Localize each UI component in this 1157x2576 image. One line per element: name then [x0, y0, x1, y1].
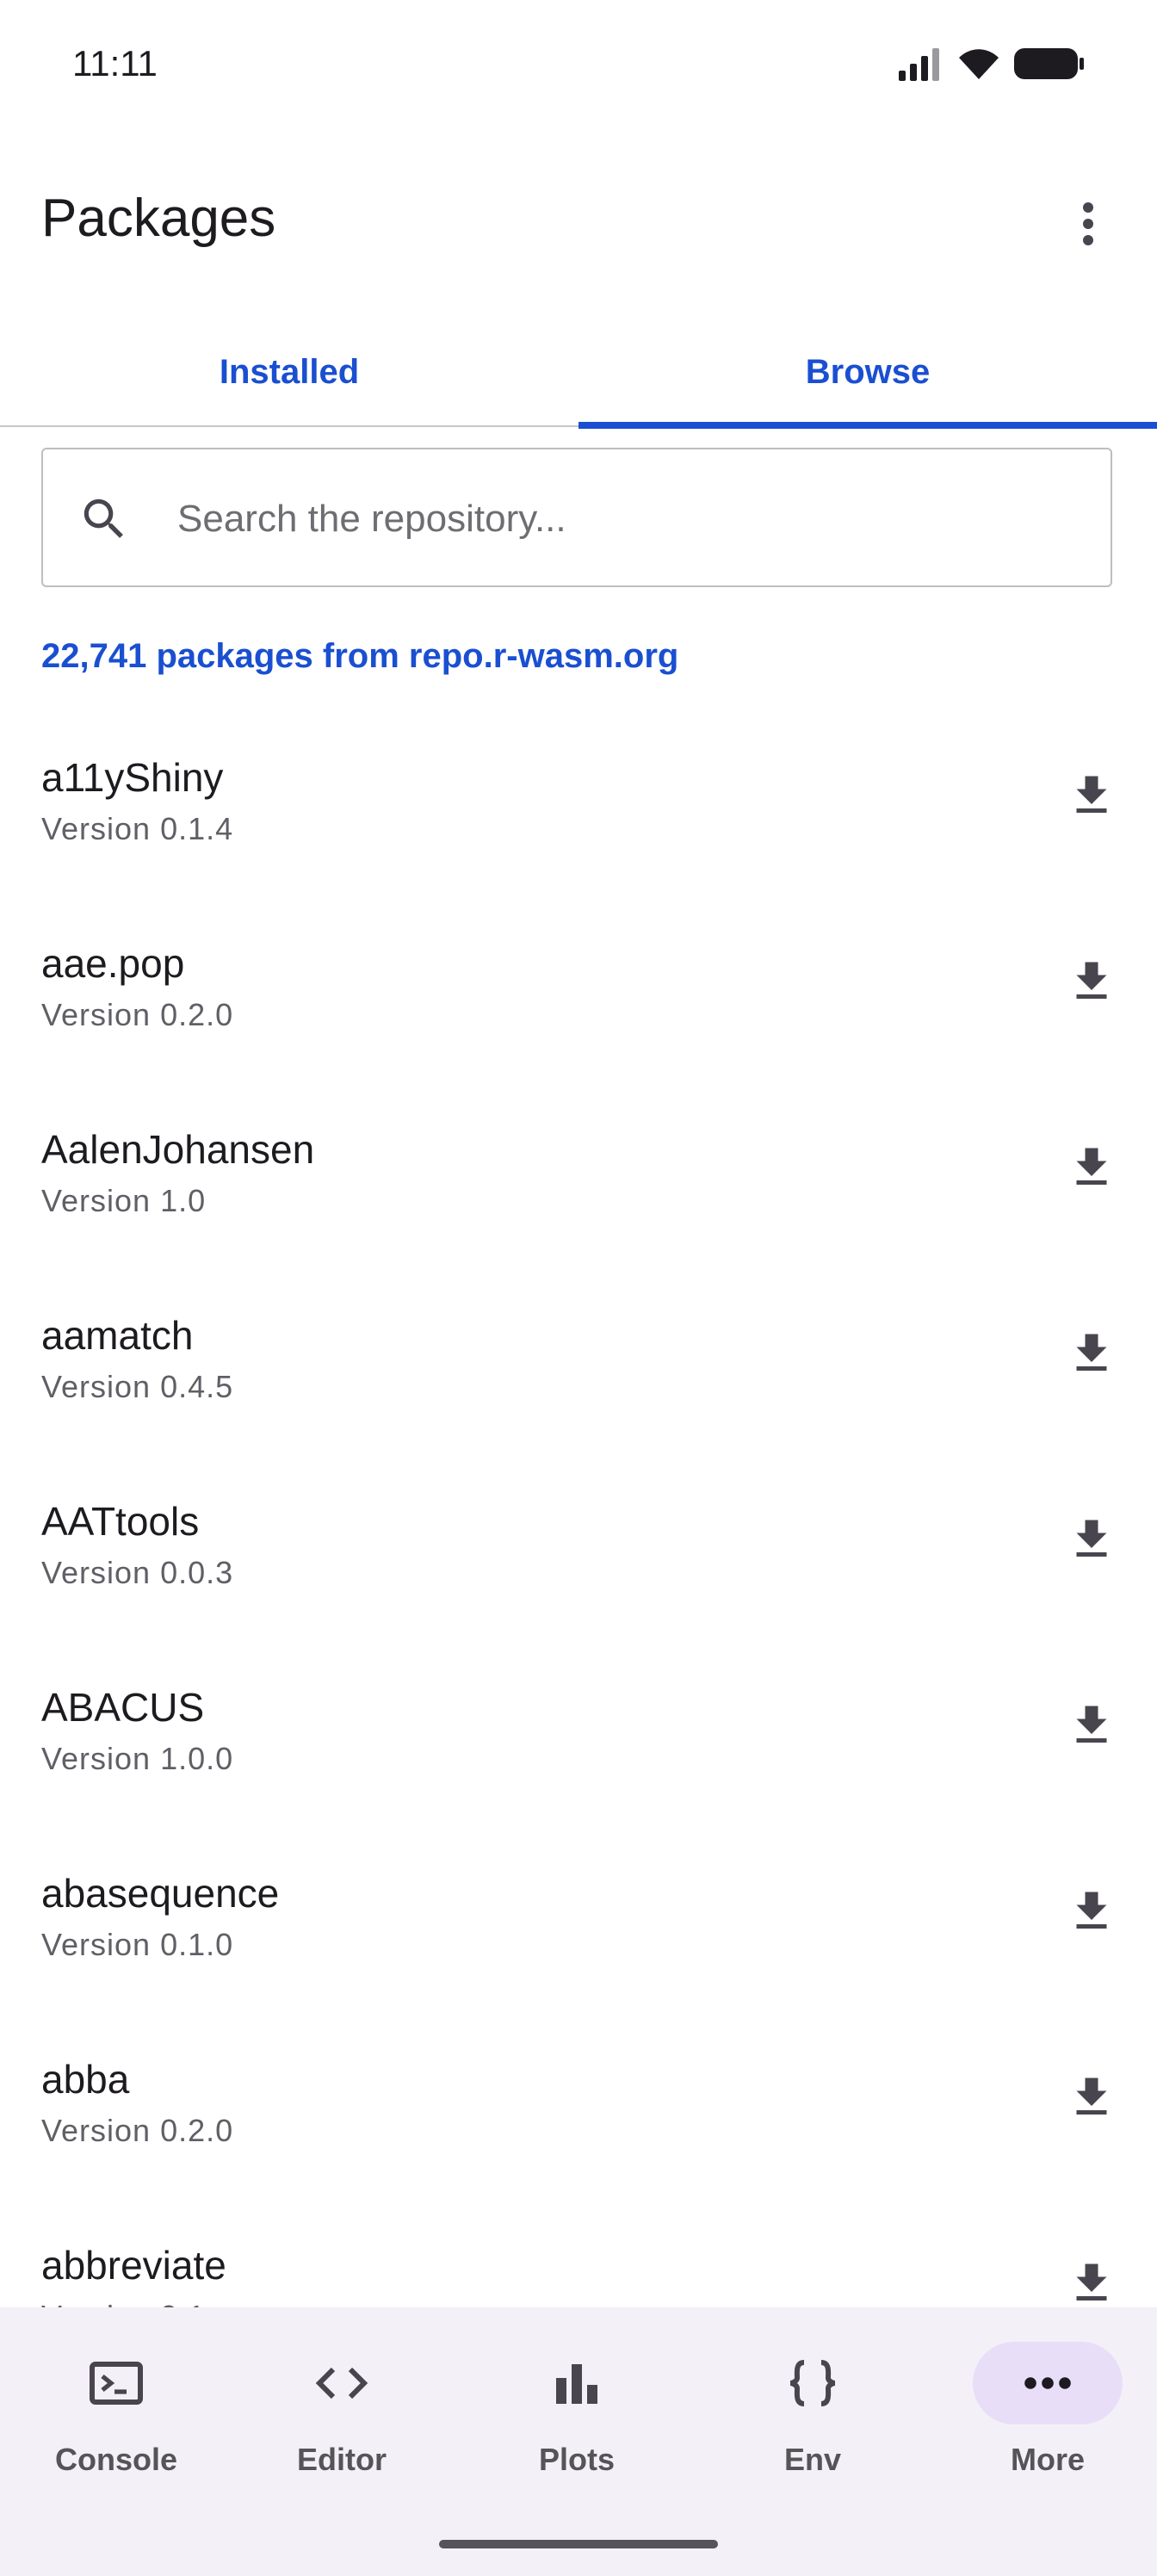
package-item[interactable]: abba Version 0.2.0 — [0, 2016, 1157, 2202]
download-button[interactable] — [1066, 1142, 1117, 1193]
download-icon — [1076, 1706, 1107, 1743]
package-name: ABACUS — [41, 1685, 205, 1730]
repo-info: 22,741 packages from repo.r-wasm.org — [41, 637, 679, 675]
download-button[interactable] — [1066, 1700, 1117, 1751]
braces-icon — [761, 2342, 864, 2424]
nav-console[interactable]: Console — [0, 2342, 232, 2488]
package-version: Version 0.2.0 — [41, 997, 234, 1032]
signal-icon — [899, 48, 939, 81]
package-item[interactable]: AATtools Version 0.0.3 — [0, 1458, 1157, 1644]
nav-label: Plots — [538, 2442, 615, 2477]
battery-icon — [1014, 48, 1084, 79]
code-icon — [290, 2342, 393, 2424]
download-button[interactable] — [1066, 1886, 1117, 1937]
nav-label: More — [1010, 2442, 1085, 2477]
package-item[interactable]: aamatch Version 0.4.5 — [0, 1273, 1157, 1458]
nav-label: Env — [783, 2442, 842, 2477]
nav-editor[interactable]: Editor — [226, 2342, 458, 2488]
search-input[interactable] — [176, 484, 1074, 554]
status-bar: 11:11 — [0, 0, 1157, 129]
package-version: Version 0.0.3 — [41, 1555, 234, 1590]
download-icon — [1076, 962, 1107, 999]
package-version: Version 0.1.4 — [41, 811, 234, 846]
download-icon — [1076, 1520, 1107, 1557]
package-item[interactable]: abasequence Version 0.1.0 — [0, 1830, 1157, 2016]
download-button[interactable] — [1066, 956, 1117, 1007]
download-icon — [1076, 1892, 1107, 1929]
package-version: Version 0.2.0 — [41, 2113, 234, 2148]
download-button[interactable] — [1066, 1328, 1117, 1379]
nav-plots[interactable]: Plots — [461, 2342, 693, 2488]
package-name: abba — [41, 2057, 130, 2102]
terminal-icon — [65, 2342, 168, 2424]
more-vert-icon — [1083, 202, 1093, 245]
package-version: Version 1.0 — [41, 1183, 207, 1218]
wifi-icon — [959, 49, 999, 79]
package-item[interactable]: aae.pop Version 0.2.0 — [0, 901, 1157, 1087]
download-icon — [1076, 1148, 1107, 1185]
overflow-menu-button[interactable] — [1054, 189, 1123, 258]
search-box[interactable] — [41, 448, 1112, 587]
package-item[interactable]: AalenJohansen Version 1.0 — [0, 1087, 1157, 1273]
page-title: Packages — [41, 189, 276, 248]
tab-bar: Installed Browse — [0, 319, 1157, 429]
status-icons — [897, 46, 1085, 81]
nav-label: Editor — [297, 2442, 387, 2477]
download-icon — [1076, 1334, 1107, 1371]
home-indicator[interactable] — [439, 2540, 718, 2548]
package-list: a11yShiny Version 0.1.4 aae.pop Version … — [0, 715, 1157, 2307]
package-name: AATtools — [41, 1499, 200, 1544]
search-icon — [84, 498, 123, 538]
status-time: 11:11 — [72, 43, 158, 84]
app-bar: Packages — [0, 155, 1157, 284]
download-button[interactable] — [1066, 1514, 1117, 1565]
bar-chart-icon — [525, 2342, 628, 2424]
package-version: Version 0.1.0 — [41, 1927, 234, 1962]
nav-label: Console — [54, 2442, 177, 2477]
download-button[interactable] — [1066, 2071, 1117, 2123]
tab-indicator — [578, 422, 1157, 429]
package-item[interactable]: a11yShiny Version 0.1.4 — [0, 715, 1157, 901]
package-name: abasequence — [41, 1871, 280, 1916]
download-icon — [1076, 2078, 1107, 2115]
package-name: abbreviate — [41, 2243, 226, 2288]
tab-installed[interactable]: Installed — [0, 319, 578, 425]
package-version: Version 0.1 — [41, 2299, 206, 2307]
package-name: AalenJohansen — [41, 1127, 315, 1172]
package-name: aamatch — [41, 1313, 194, 1358]
package-version: Version 1.0.0 — [41, 1741, 234, 1776]
nav-more[interactable]: More — [931, 2342, 1157, 2488]
download-button[interactable] — [1066, 770, 1117, 821]
nav-env[interactable]: Env — [696, 2342, 929, 2488]
package-name: a11yShiny — [41, 755, 224, 800]
package-version: Version 0.4.5 — [41, 1369, 234, 1404]
tab-browse[interactable]: Browse — [578, 319, 1157, 425]
download-icon — [1076, 2263, 1107, 2300]
more-horiz-icon — [973, 2342, 1123, 2424]
package-name: aae.pop — [41, 941, 185, 986]
download-button[interactable] — [1066, 2257, 1117, 2307]
package-item[interactable]: abbreviate Version 0.1 — [0, 2202, 1157, 2307]
download-icon — [1076, 776, 1107, 813]
bottom-navigation: Console Editor Plots Env More — [0, 2307, 1157, 2576]
package-item[interactable]: ABACUS Version 1.0.0 — [0, 1644, 1157, 1830]
